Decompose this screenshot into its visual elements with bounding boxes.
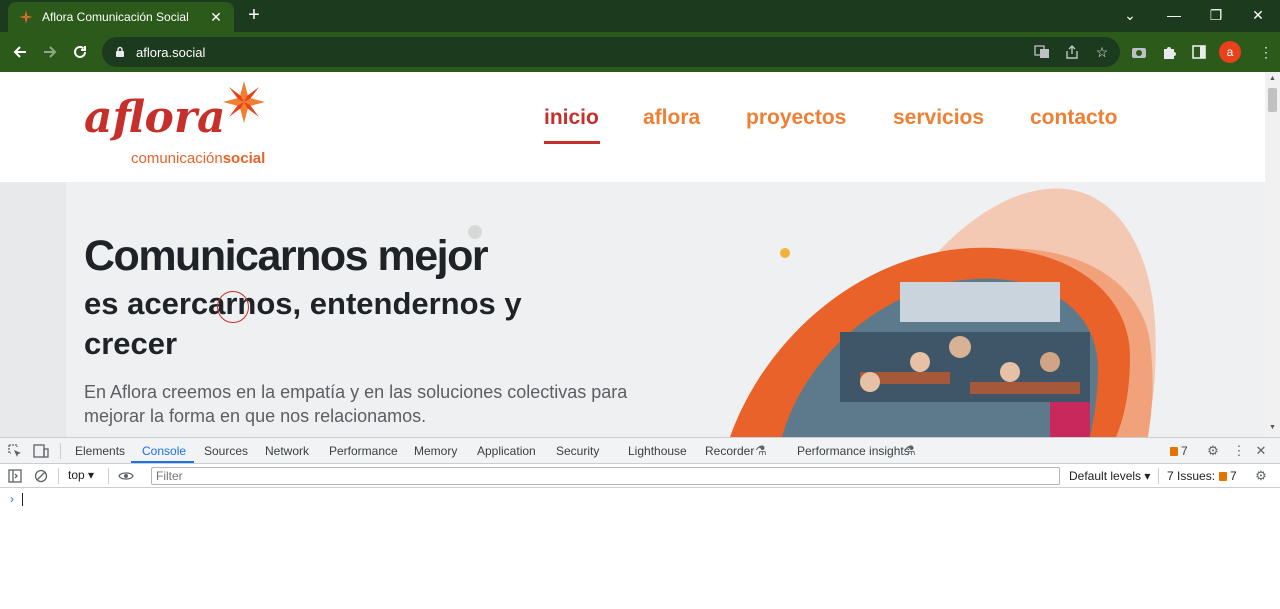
aflora-logo[interactable]: aflora comunicaciónsocial: [84, 80, 274, 180]
tab-recorder[interactable]: Recorder: [705, 438, 754, 464]
reload-button[interactable]: [68, 40, 92, 64]
aflora-favicon-icon: [18, 9, 34, 25]
bookmark-star-icon[interactable]: ☆: [1092, 42, 1112, 62]
active-nav-underline: [544, 141, 600, 144]
hero-left-band: [0, 182, 66, 437]
inspect-element-icon[interactable]: [6, 442, 24, 460]
svg-text:aflora: aflora: [84, 92, 226, 143]
close-devtools-icon[interactable]: ✕: [1252, 442, 1270, 460]
tab-network[interactable]: Network: [265, 438, 309, 464]
logo-tagline: comunicaciónsocial: [131, 150, 266, 167]
clear-console-icon[interactable]: [32, 467, 50, 485]
lock-icon: [114, 46, 126, 58]
tab-performance-insights[interactable]: Performance insights: [797, 438, 910, 464]
tab-search-icon[interactable]: ⌄: [1108, 0, 1152, 30]
issue-flag-icon: [1219, 472, 1228, 481]
hero-photo-frame: [730, 188, 1156, 437]
back-button[interactable]: [8, 40, 32, 64]
nav-proyectos[interactable]: proyectos: [746, 106, 846, 130]
console-filter-input[interactable]: [151, 467, 1060, 485]
tab-strip: Aflora Comunicación Social ✕ + ⌄ — ❐ ✕: [0, 0, 1280, 32]
page-scrollbar[interactable]: ▲ ▼: [1265, 72, 1280, 437]
console-settings-gear-icon[interactable]: ⚙: [1252, 467, 1270, 485]
console-toolbar: top ▾ Default levels ▾ 7 Issues:7 ⚙: [0, 464, 1280, 488]
minimize-button[interactable]: —: [1152, 0, 1196, 30]
close-tab-icon[interactable]: ✕: [208, 9, 224, 26]
hero-title: Comunicarnos mejor: [84, 232, 489, 280]
console-input-caret[interactable]: [22, 493, 23, 506]
close-window-button[interactable]: ✕: [1236, 0, 1280, 30]
hero-subtitle: es acercarnos, entendernos y crecer: [84, 286, 522, 361]
issues-counter[interactable]: 7 Issues: 7: [1167, 469, 1237, 483]
log-levels-dropdown[interactable]: Default levels ▾: [1069, 469, 1150, 483]
context-selector[interactable]: top ▾: [68, 468, 94, 482]
cursor-highlight: [217, 291, 249, 323]
new-tab-button[interactable]: +: [244, 4, 264, 28]
more-options-icon[interactable]: ⋮: [1230, 442, 1248, 460]
devtools-tab-strip: Elements Console Sources Network Perform…: [0, 438, 1280, 464]
dropdown-arrow-icon: ▾: [1144, 469, 1151, 483]
profile-avatar[interactable]: a: [1219, 41, 1241, 63]
extensions-puzzle-icon[interactable]: [1159, 42, 1179, 62]
browser-tab[interactable]: Aflora Comunicación Social ✕: [8, 2, 234, 32]
tab-title: Aflora Comunicación Social: [42, 10, 189, 24]
aflora-logo-mark-icon: aflora: [84, 81, 265, 143]
address-bar[interactable]: aflora.social: [102, 37, 1120, 67]
experiment-flask-icon: ⚗: [755, 443, 767, 458]
scroll-thumb[interactable]: [1268, 88, 1277, 112]
live-expression-eye-icon[interactable]: [117, 467, 135, 485]
translate-icon[interactable]: [1032, 42, 1052, 62]
settings-gear-icon[interactable]: ⚙: [1204, 442, 1222, 460]
tab-security[interactable]: Security: [556, 438, 599, 464]
scroll-down-icon[interactable]: ▼: [1268, 424, 1277, 434]
tab-application[interactable]: Application: [477, 438, 536, 464]
nav-servicios[interactable]: servicios: [893, 106, 984, 130]
restore-button[interactable]: ❐: [1194, 0, 1238, 30]
share-icon[interactable]: [1062, 42, 1082, 62]
sidebar-toggle-icon[interactable]: [6, 467, 24, 485]
forward-button[interactable]: [38, 40, 62, 64]
tab-performance[interactable]: Performance: [329, 438, 398, 464]
hero-description: En Aflora creemos en la empatía y en las…: [84, 382, 628, 426]
nav-aflora[interactable]: aflora: [643, 106, 700, 130]
url-text: aflora.social: [136, 44, 206, 60]
tab-memory[interactable]: Memory: [414, 438, 457, 464]
tab-sources[interactable]: Sources: [204, 438, 248, 464]
tab-elements[interactable]: Elements: [75, 438, 125, 464]
issue-flag-icon: [1170, 447, 1178, 456]
device-toolbar-icon[interactable]: [32, 442, 50, 460]
issues-badge[interactable]: 7: [1166, 438, 1188, 464]
divider: [60, 443, 61, 459]
page-viewport: aflora comunicaciónsocial inicio aflora …: [0, 72, 1280, 437]
dropdown-arrow-icon: ▾: [88, 468, 95, 482]
tab-lighthouse[interactable]: Lighthouse: [628, 438, 687, 464]
site-header: aflora comunicaciónsocial inicio aflora …: [0, 72, 1265, 182]
devtools-panel: Elements Console Sources Network Perform…: [0, 437, 1280, 609]
browser-menu-icon[interactable]: ⋮: [1256, 42, 1276, 62]
scroll-up-icon[interactable]: ▲: [1268, 75, 1277, 85]
camera-extension-icon[interactable]: [1129, 42, 1149, 62]
console-prompt-icon: ›: [10, 492, 14, 506]
divider: [58, 468, 59, 484]
side-panel-icon[interactable]: [1189, 42, 1209, 62]
divider: [108, 468, 109, 484]
active-tab-underline: [131, 461, 194, 463]
nav-contacto[interactable]: contacto: [1030, 106, 1118, 130]
browser-toolbar: aflora.social ☆ a ⋮: [0, 32, 1280, 72]
nav-inicio[interactable]: inicio: [544, 106, 599, 130]
divider: [1158, 468, 1159, 484]
experiment-flask-icon: ⚗: [904, 443, 916, 458]
